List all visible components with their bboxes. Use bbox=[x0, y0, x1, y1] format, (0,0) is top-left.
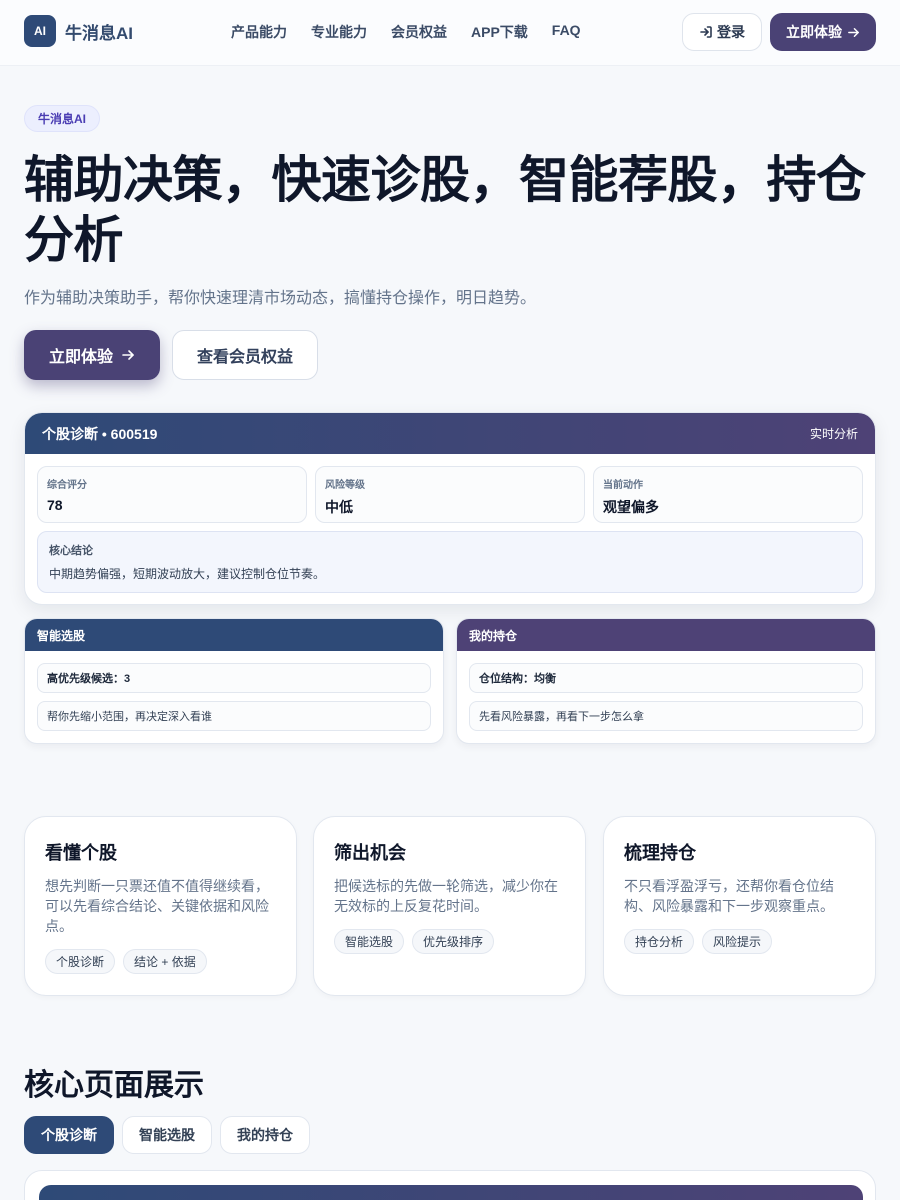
core-conclusion-box: 核心结论 中期趋势偏强，短期波动放大，建议控制仓位节奏。 bbox=[37, 531, 863, 593]
metric-label: 综合评分 bbox=[47, 480, 87, 491]
arrow-right-icon bbox=[122, 350, 134, 360]
feature-description: 把候选标的先做一轮筛选，减少你在无效标的上反复花时间。 bbox=[334, 878, 558, 914]
try-now-label: 立即体验 bbox=[786, 24, 842, 40]
my-holdings-row-hint: 先看风险暴露，再看下一步怎么拿 bbox=[469, 701, 863, 731]
feature-chip: 智能选股 bbox=[334, 929, 405, 954]
core-page-preview bbox=[24, 1170, 876, 1200]
my-holdings-card[interactable]: 我的持仓 仓位结构：均衡 先看风险暴露，再看下一步怎么拿 bbox=[456, 618, 876, 744]
feature-title: 梳理持仓 bbox=[624, 843, 696, 863]
metric-label: 风险等级 bbox=[325, 480, 365, 491]
diagnosis-title: 个股诊断 • 600519 bbox=[42, 425, 158, 442]
metric-risk-level: 风险等级 中低 bbox=[315, 466, 585, 523]
smart-picks-card[interactable]: 智能选股 高优先级候选：3 帮你先缩小范围，再决定深入看谁 bbox=[24, 618, 444, 744]
feature-chip: 优先级排序 bbox=[412, 929, 495, 954]
nav-item-product[interactable]: 产品能力 bbox=[231, 22, 287, 42]
diagnosis-card-header: 个股诊断 • 600519 实时分析 bbox=[25, 413, 875, 454]
conclusion-text: 中期趋势偏强，短期波动放大，建议控制仓位节奏。 bbox=[49, 567, 326, 581]
feature-chip: 个股诊断 bbox=[45, 949, 116, 974]
try-now-button-header[interactable]: 立即体验 bbox=[770, 13, 876, 51]
nav-item-professional[interactable]: 专业能力 bbox=[311, 22, 367, 42]
feature-chips: 智能选股 优先级排序 bbox=[334, 929, 495, 954]
stock-diagnosis-card: 个股诊断 • 600519 实时分析 综合评分 78 风险等级 中低 当前动作 … bbox=[24, 412, 876, 605]
feature-card-find-opportunities[interactable]: 筛出机会 把候选标的先做一轮筛选，减少你在无效标的上反复花时间。 智能选股 优先… bbox=[313, 816, 586, 996]
feature-chips: 持仓分析 风险提示 bbox=[624, 929, 773, 954]
smart-picks-header: 智能选股 bbox=[25, 619, 443, 651]
feature-chip: 持仓分析 bbox=[624, 929, 695, 954]
feature-title: 筛出机会 bbox=[334, 843, 406, 863]
my-holdings-header: 我的持仓 bbox=[457, 619, 875, 651]
logo[interactable]: AI 牛消息AI bbox=[24, 15, 133, 47]
core-pages-tabs: 个股诊断 智能选股 我的持仓 bbox=[24, 1116, 310, 1154]
metric-current-action: 当前动作 观望偏多 bbox=[593, 466, 863, 523]
login-label: 登录 bbox=[717, 24, 745, 40]
login-arrow-icon bbox=[700, 26, 712, 38]
arrow-right-icon bbox=[848, 27, 859, 37]
logo-badge: AI bbox=[24, 15, 56, 47]
hero-tag-badge: 牛消息AI bbox=[24, 105, 101, 132]
feature-title: 看懂个股 bbox=[45, 843, 117, 863]
nav-item-membership[interactable]: 会员权益 bbox=[391, 22, 447, 42]
login-button[interactable]: 登录 bbox=[682, 13, 762, 51]
metric-value: 78 bbox=[47, 497, 63, 513]
brand-name: 牛消息AI bbox=[65, 23, 133, 43]
tab-stock-diagnosis[interactable]: 个股诊断 bbox=[24, 1116, 114, 1154]
feature-chips: 个股诊断 结论 + 依据 bbox=[45, 949, 207, 974]
feature-description: 想先判断一只票还值不值得继续看，可以先看综合结论、关键依据和风险点。 bbox=[45, 878, 269, 934]
smart-picks-row-candidates: 高优先级候选：3 bbox=[37, 663, 431, 693]
metric-label: 当前动作 bbox=[603, 480, 643, 491]
try-now-label: 立即体验 bbox=[48, 349, 113, 366]
nav-item-faq[interactable]: FAQ bbox=[552, 22, 581, 42]
feature-description: 不只看浮盈浮亏，还帮你看仓位结构、风险暴露和下一步观察重点。 bbox=[624, 878, 834, 914]
view-membership-button[interactable]: 查看会员权益 bbox=[172, 330, 318, 380]
try-now-button[interactable]: 立即体验 bbox=[24, 330, 160, 380]
hero-title: 辅助决策，快速诊股，智能荐股，持仓分析 bbox=[24, 152, 866, 268]
feature-card-understand-stock[interactable]: 看懂个股 想先判断一只票还值不值得继续看，可以先看综合结论、关键依据和风险点。 … bbox=[24, 816, 297, 996]
feature-chip: 结论 + 依据 bbox=[123, 949, 207, 974]
metric-overall-score: 综合评分 78 bbox=[37, 466, 307, 523]
realtime-analysis-label: 实时分析 bbox=[809, 427, 858, 441]
metric-value: 中低 bbox=[325, 499, 353, 515]
top-nav-bar: AI 牛消息AI 产品能力 专业能力 会员权益 APP下载 FAQ 登录 立即体… bbox=[0, 0, 900, 66]
nav-item-app-download[interactable]: APP下载 bbox=[471, 22, 528, 42]
preview-header-bar bbox=[39, 1185, 863, 1200]
metric-value: 观望偏多 bbox=[603, 499, 659, 515]
feature-chip: 风险提示 bbox=[702, 929, 773, 954]
feature-card-sort-holdings[interactable]: 梳理持仓 不只看浮盈浮亏，还帮你看仓位结构、风险暴露和下一步观察重点。 持仓分析… bbox=[603, 816, 876, 996]
smart-picks-row-hint: 帮你先缩小范围，再决定深入看谁 bbox=[37, 701, 431, 731]
main-nav: 产品能力 专业能力 会员权益 APP下载 FAQ bbox=[231, 22, 581, 42]
section-title-core-pages: 核心页面展示 bbox=[24, 1069, 204, 1102]
conclusion-label: 核心结论 bbox=[49, 545, 93, 557]
hero-subtitle: 作为辅助决策助手，帮你快速理清市场动态，搞懂持仓操作，明日趋势。 bbox=[24, 290, 537, 307]
my-holdings-row-structure: 仓位结构：均衡 bbox=[469, 663, 863, 693]
tab-my-holdings[interactable]: 我的持仓 bbox=[220, 1116, 310, 1154]
tab-smart-picks[interactable]: 智能选股 bbox=[122, 1116, 212, 1154]
